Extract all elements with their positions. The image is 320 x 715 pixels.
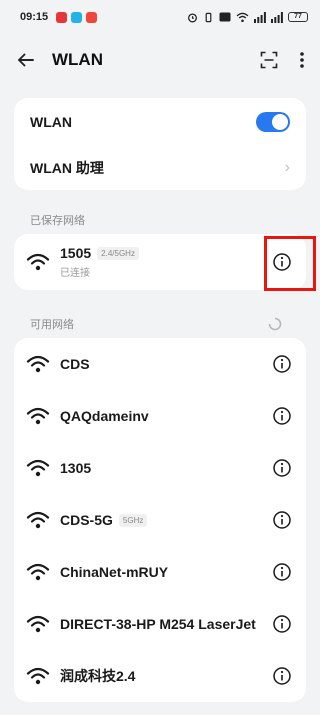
wifi-status-icon	[236, 12, 249, 22]
network-row[interactable]: 润成科技2.4	[14, 650, 306, 702]
band-tag: 2.4/5GHz	[97, 246, 139, 260]
network-name: ChinaNet-mRUY	[60, 564, 169, 580]
wifi-signal-icon	[26, 253, 50, 271]
wifi-signal-icon	[26, 407, 50, 425]
network-name: QAQdameinv	[60, 408, 149, 424]
available-networks-title: 可用网络	[30, 319, 74, 331]
notification-icons	[56, 11, 98, 23]
vibrate-icon	[205, 12, 212, 22]
info-icon[interactable]	[272, 614, 292, 634]
signal-icon	[254, 11, 266, 23]
wifi-signal-icon	[26, 615, 50, 633]
network-name: 1505	[60, 245, 92, 261]
wifi-signal-icon	[26, 459, 50, 477]
network-name: 润成科技2.4	[60, 668, 136, 684]
info-icon[interactable]	[272, 510, 292, 530]
wlan-assistant-label: WLAN 助理	[30, 160, 104, 176]
network-row[interactable]: CDS	[14, 338, 306, 390]
network-row[interactable]: CDS-5G 5GHz	[14, 494, 306, 546]
chevron-right-icon: ›	[284, 159, 290, 176]
network-row[interactable]: DIRECT-38-HP M254 LaserJet	[14, 598, 306, 650]
info-icon[interactable]	[272, 458, 292, 478]
wifi-signal-icon	[26, 667, 50, 685]
network-row[interactable]: 1305	[14, 442, 306, 494]
status-indicators: 77	[187, 11, 308, 23]
wlan-toggle-row[interactable]: WLAN	[14, 98, 306, 146]
wlan-assistant-row[interactable]: WLAN 助理 ›	[14, 146, 306, 190]
app-notification-icon	[71, 11, 83, 23]
wlan-settings-card: WLAN WLAN 助理 ›	[14, 98, 306, 190]
wifi-signal-icon	[26, 563, 50, 581]
available-networks-card: CDS QAQdameinv 1305 CDS-5G 5GHz ChinaNet-mRUY…	[14, 338, 306, 702]
app-bar: WLAN	[0, 34, 320, 86]
network-row[interactable]: QAQdameinv	[14, 390, 306, 442]
status-bar: 09:15 77	[0, 0, 320, 34]
connection-status: 已连接	[60, 268, 90, 279]
wlan-label: WLAN	[30, 114, 72, 130]
app-notification-icon	[86, 11, 98, 23]
network-name: CDS	[60, 356, 90, 372]
saved-networks-card: 1505 2.4/5GHz 已连接	[14, 234, 306, 290]
status-time: 09:15	[20, 11, 49, 23]
back-button[interactable]	[14, 48, 38, 72]
app-bar-actions	[260, 51, 304, 69]
alarm-icon	[188, 12, 197, 22]
network-name: 1305	[60, 460, 92, 476]
hd-icon	[219, 12, 231, 22]
saved-network-row[interactable]: 1505 2.4/5GHz 已连接	[14, 234, 306, 290]
network-name: DIRECT-38-HP M254 LaserJet	[60, 616, 256, 632]
scan-icon[interactable]	[260, 51, 278, 69]
back-arrow-icon	[18, 53, 34, 67]
info-icon[interactable]	[272, 354, 292, 374]
more-options-icon[interactable]	[300, 52, 304, 68]
saved-network-info: 1505 2.4/5GHz 已连接	[60, 245, 139, 279]
network-row[interactable]: ChinaNet-mRUY	[14, 546, 306, 598]
wlan-toggle[interactable]	[256, 112, 290, 132]
page-title: WLAN	[52, 50, 103, 69]
info-icon[interactable]	[272, 406, 292, 426]
info-icon[interactable]	[272, 666, 292, 686]
wifi-signal-icon	[26, 511, 50, 529]
wifi-signal-icon	[26, 355, 50, 373]
loading-spinner-icon	[268, 317, 282, 331]
signal-icon	[271, 11, 283, 23]
available-networks-header: 可用网络	[0, 310, 320, 338]
network-name: CDS-5G	[60, 512, 113, 528]
app-notification-icon	[56, 11, 68, 23]
saved-networks-header: 已保存网络	[30, 215, 85, 227]
info-icon[interactable]	[272, 562, 292, 582]
battery-icon: 77	[288, 12, 308, 22]
highlight-box	[264, 236, 316, 291]
band-tag: 5GHz	[118, 513, 148, 527]
